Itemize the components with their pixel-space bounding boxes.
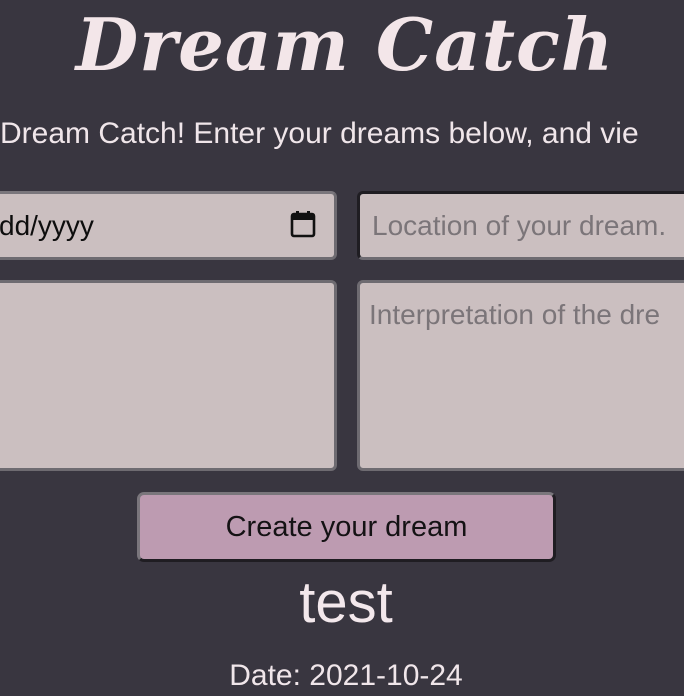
dream-location-input[interactable]: Location of your dream.	[357, 191, 684, 260]
calendar-icon[interactable]	[290, 210, 316, 238]
location-placeholder: Location of your dream.	[372, 210, 667, 241]
dream-description-textarea[interactable]	[0, 280, 337, 471]
app-title: Dream Catch	[75, 2, 615, 87]
date-input-value: dd/yyyy	[0, 210, 94, 241]
dream-entry-date: Date: 2021-10-24	[229, 659, 463, 692]
dream-interpretation-textarea[interactable]: Interpretation of the dre	[357, 280, 684, 471]
intro-text: Dream Catch! Enter your dreams below, an…	[0, 117, 639, 150]
create-dream-button[interactable]: Create your dream	[137, 492, 556, 562]
interpretation-placeholder: Interpretation of the dre	[369, 299, 661, 330]
dream-entry-title: test	[299, 570, 393, 635]
dream-date-input[interactable]: dd/yyyy	[0, 191, 337, 260]
